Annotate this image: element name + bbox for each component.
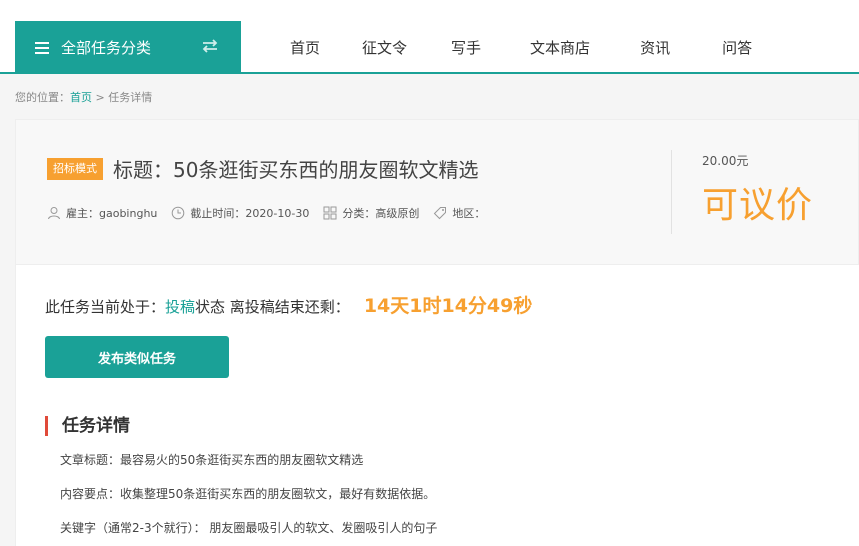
negotiable-label: 可议价: [702, 185, 814, 226]
main-nav: 首页 征文令 写手 文本商店 资讯 问答: [266, 21, 752, 74]
category-label: 分类：: [342, 207, 376, 220]
breadcrumb-separator: >: [92, 91, 109, 104]
clock-icon: [172, 206, 185, 220]
swap-icon: [202, 39, 218, 53]
breadcrumb-home-link[interactable]: 首页: [70, 91, 92, 104]
header-divider: [671, 150, 672, 234]
task-details-heading: 任务详情: [45, 416, 130, 436]
nav-essay-call[interactable]: 征文令: [362, 37, 407, 58]
nav-text-store[interactable]: 文本商店: [530, 37, 590, 58]
task-status: 此任务当前处于： 投稿 状态 离投稿结束还剩： 14天1时14分49秒: [45, 291, 532, 318]
status-middle: 状态 离投稿结束还剩：: [195, 298, 350, 316]
status-state: 投稿: [165, 298, 196, 316]
bidding-mode-badge: 招标模式: [47, 158, 103, 180]
top-navigation-bar: 全部任务分类 首页 征文令 写手 文本商店 资讯 问答: [0, 0, 859, 74]
all-categories-label: 全部任务分类: [61, 39, 152, 57]
category-value: 高级原创: [375, 207, 420, 220]
breadcrumb-prefix: 您的位置：: [15, 91, 70, 104]
task-title: 标题：50条逛街买东西的朋友圈软文精选: [113, 158, 479, 182]
user-icon: [48, 207, 60, 220]
region-label: 地区：: [452, 207, 486, 220]
deadline-value: 2020-10-30: [245, 206, 310, 220]
menu-icon: [35, 41, 49, 54]
nav-home[interactable]: 首页: [290, 37, 320, 58]
tag-icon: [434, 207, 447, 220]
detail-content-points: 内容要点：收集整理50条逛街买东西的朋友圈软文，最好有数据依据。: [60, 487, 436, 501]
nav-news[interactable]: 资讯: [640, 37, 670, 58]
countdown-timer: 14天1时14分49秒: [363, 295, 533, 317]
detail-keywords: 关键字（通常2-3个就行）： 朋友圈最吸引人的软文、发圈吸引人的句子: [60, 521, 438, 535]
task-price: 20.00元: [702, 154, 749, 168]
publish-similar-task-button[interactable]: 发布类似任务: [45, 336, 229, 378]
task-body: 此任务当前处于： 投稿 状态 离投稿结束还剩： 14天1时14分49秒 发布类似任务 …: [15, 265, 859, 546]
detail-article-title: 文章标题：最容易火的50条逛街买东西的朋友圈软文精选: [60, 453, 364, 467]
breadcrumb: 您的位置：首页 > 任务详情: [15, 89, 152, 105]
task-meta: 雇主： gaobinghu 截止时间： 2020-10-30 分类： 高级原创 地区：: [47, 205, 485, 221]
task-header-card: 招标模式 标题：50条逛街买东西的朋友圈软文精选 雇主： gaobinghu 截止…: [15, 119, 859, 265]
all-categories-button[interactable]: 全部任务分类: [15, 21, 241, 74]
status-prefix: 此任务当前处于：: [45, 298, 166, 316]
employer-label: 雇主：: [66, 207, 99, 220]
nav-writers[interactable]: 写手: [451, 37, 481, 58]
employer-name: gaobinghu: [99, 206, 158, 220]
deadline-label: 截止时间：: [190, 207, 246, 220]
nav-qa[interactable]: 问答: [722, 37, 752, 58]
breadcrumb-current: 任务详情: [108, 91, 153, 104]
grid-icon: [323, 206, 337, 220]
